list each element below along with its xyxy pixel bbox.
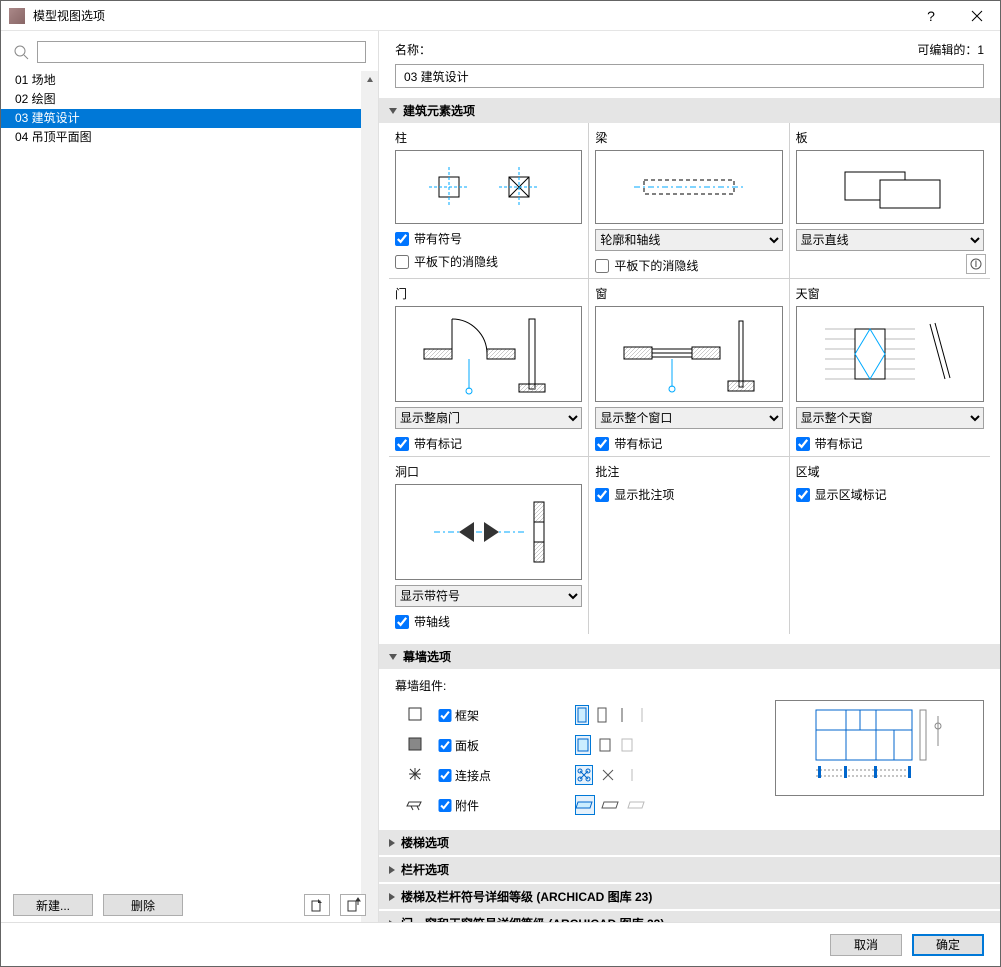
- window-title: 模型视图选项: [33, 7, 908, 24]
- info-button[interactable]: i: [966, 254, 986, 274]
- list-item[interactable]: 03 建筑设计: [1, 109, 378, 128]
- export-button[interactable]: [340, 894, 366, 916]
- editable-label: 可编辑的：1: [917, 41, 984, 58]
- section-door-window-detail[interactable]: 门、窗和天窗符号详细等级 (ARCHICAD 图库 23): [379, 911, 1000, 922]
- section-stair-rail-detail[interactable]: 楼梯及栏杆符号详细等级 (ARCHICAD 图库 23): [379, 884, 1000, 909]
- panel-mode-3[interactable]: [619, 735, 635, 755]
- accessory-mode-2[interactable]: [601, 795, 621, 815]
- card-skylight: 天窗 显示整个天窗 带有标记: [790, 278, 990, 456]
- footer: 取消 确定: [1, 922, 1000, 966]
- chevron-down-icon: [389, 654, 397, 660]
- search-input[interactable]: [37, 41, 366, 63]
- beam-preview: [595, 150, 782, 224]
- section-curtain-wall[interactable]: 幕墙选项: [379, 644, 1000, 669]
- delete-button[interactable]: 删除: [103, 894, 183, 916]
- column-hidden-line-checkbox[interactable]: [395, 255, 409, 269]
- card-slab: 板 显示直线 x i: [790, 123, 990, 278]
- junction-mode-3[interactable]: [623, 765, 641, 785]
- app-icon: [9, 8, 25, 24]
- column-symbol-checkbox[interactable]: [395, 232, 409, 246]
- info-icon: i: [970, 258, 982, 270]
- left-panel: 01 场地 02 绘图 03 建筑设计 04 吊顶平面图 新建... 删除: [1, 31, 379, 922]
- chevron-right-icon: [389, 893, 395, 901]
- markup-show-checkbox[interactable]: [595, 488, 609, 502]
- svg-text:i: i: [975, 256, 978, 270]
- frame-icon: [395, 706, 435, 725]
- section-building-elements[interactable]: 建筑元素选项: [379, 98, 1000, 123]
- card-markup: 批注 显示批注项: [589, 456, 789, 634]
- opening-select[interactable]: 显示带符号: [395, 585, 582, 607]
- window-marker-checkbox[interactable]: [595, 437, 609, 451]
- card-window: 窗 显示整个窗口 带有标记: [589, 278, 789, 456]
- card-zone: 区域 显示区域标记: [790, 456, 990, 634]
- window-preview: [595, 306, 782, 402]
- cancel-button[interactable]: 取消: [830, 934, 902, 956]
- beam-hidden-line-checkbox[interactable]: [595, 259, 609, 273]
- panel-mode-2[interactable]: [597, 735, 613, 755]
- new-button[interactable]: 新建...: [13, 894, 93, 916]
- right-panel: 名称： 可编辑的：1 建筑元素选项 柱: [379, 31, 1000, 922]
- skylight-marker-checkbox[interactable]: [796, 437, 810, 451]
- import-icon: [310, 898, 324, 912]
- column-preview: [395, 150, 582, 224]
- frame-mode-4[interactable]: [635, 705, 649, 725]
- accessory-mode-3[interactable]: [627, 795, 647, 815]
- card-beam: 梁 轮廓和轴线 平板下的消隐线: [589, 123, 789, 278]
- frame-mode-1[interactable]: [575, 705, 589, 725]
- close-button[interactable]: [954, 1, 1000, 31]
- accessory-icon: [395, 796, 435, 815]
- list-item[interactable]: 02 绘图: [1, 90, 378, 109]
- card-column: 柱 带有符号 平板下的消隐线: [389, 123, 589, 278]
- zone-marker-checkbox[interactable]: [796, 488, 810, 502]
- cw-panel-checkbox[interactable]: [435, 739, 455, 752]
- cw-junction-checkbox[interactable]: [435, 769, 455, 782]
- cw-components-label: 幕墙组件:: [395, 677, 984, 694]
- panel-icon: [395, 736, 435, 755]
- options-list[interactable]: 01 场地 02 绘图 03 建筑设计 04 吊顶平面图: [1, 71, 378, 922]
- section-stair[interactable]: 楼梯选项: [379, 830, 1000, 855]
- opening-preview: [395, 484, 582, 580]
- title-bar: 模型视图选项 ?: [1, 1, 1000, 31]
- scrollbar[interactable]: [361, 71, 378, 922]
- ok-button[interactable]: 确定: [912, 934, 984, 956]
- cw-preview: [775, 700, 984, 796]
- card-door: 门 显示整扇门 带有标记: [389, 278, 589, 456]
- chevron-right-icon: [389, 839, 395, 847]
- opening-axis-checkbox[interactable]: [395, 615, 409, 629]
- help-button[interactable]: ?: [908, 1, 954, 31]
- slab-select[interactable]: 显示直线: [796, 229, 984, 251]
- chevron-down-icon: [389, 108, 397, 114]
- door-preview: [395, 306, 582, 402]
- card-opening: 洞口 显示带符号 带轴线: [389, 456, 589, 634]
- door-marker-checkbox[interactable]: [395, 437, 409, 451]
- cw-frame-checkbox[interactable]: [435, 709, 455, 722]
- frame-mode-3[interactable]: [615, 705, 629, 725]
- chevron-right-icon: [389, 866, 395, 874]
- junction-mode-1[interactable]: [575, 765, 593, 785]
- accessory-mode-1[interactable]: [575, 795, 595, 815]
- list-item[interactable]: 04 吊顶平面图: [1, 128, 378, 147]
- section-rail[interactable]: 栏杆选项: [379, 857, 1000, 882]
- skylight-preview: [796, 306, 984, 402]
- name-label: 名称：: [395, 41, 431, 58]
- skylight-select[interactable]: 显示整个天窗: [796, 407, 984, 429]
- panel-mode-1[interactable]: [575, 735, 591, 755]
- search-icon: [13, 44, 29, 60]
- list-item[interactable]: 01 场地: [1, 71, 378, 90]
- name-field[interactable]: [395, 64, 984, 88]
- beam-select[interactable]: 轮廓和轴线: [595, 229, 782, 251]
- junction-icon: [395, 766, 435, 785]
- window-select[interactable]: 显示整个窗口: [595, 407, 782, 429]
- slab-preview: [796, 150, 984, 224]
- frame-mode-2[interactable]: [595, 705, 609, 725]
- export-icon: [346, 898, 360, 912]
- door-select[interactable]: 显示整扇门: [395, 407, 582, 429]
- junction-mode-2[interactable]: [599, 765, 617, 785]
- cw-accessory-checkbox[interactable]: [435, 799, 455, 812]
- import-button[interactable]: [304, 894, 330, 916]
